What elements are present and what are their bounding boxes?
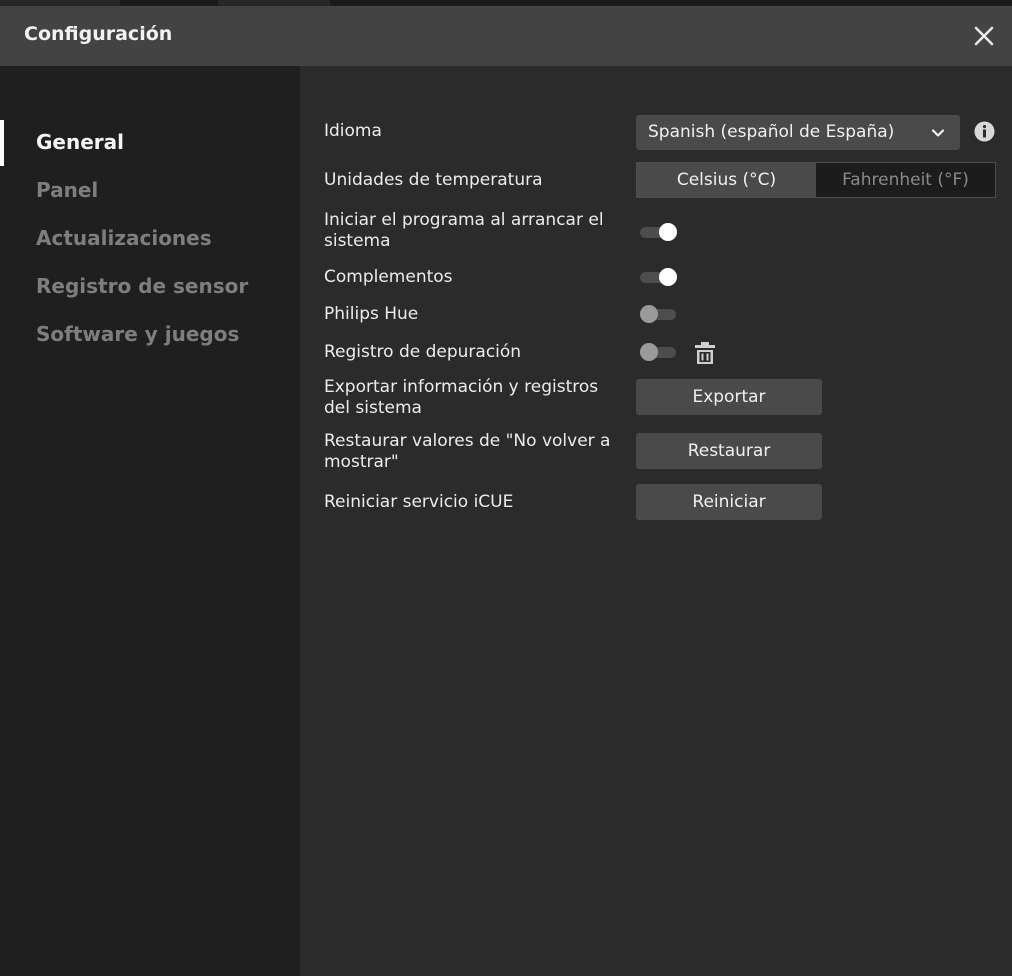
restart-service-label: Reiniciar servicio iCUE bbox=[324, 492, 514, 512]
toggle-knob bbox=[659, 223, 677, 241]
title-bar: Configuración bbox=[0, 6, 1012, 66]
restore-button[interactable]: Restaurar bbox=[636, 433, 822, 469]
startup-toggle[interactable] bbox=[640, 222, 677, 242]
chevron-down-icon bbox=[931, 129, 945, 137]
sidebar-item-panel[interactable]: Panel bbox=[36, 178, 98, 202]
celsius-option[interactable]: Celsius (°C) bbox=[637, 163, 816, 197]
plugins-toggle[interactable] bbox=[640, 267, 677, 287]
toggle-knob bbox=[640, 305, 658, 323]
startup-label: Iniciar el programa al arrancar el siste… bbox=[324, 210, 604, 251]
sidebar-item-general[interactable]: General bbox=[36, 130, 124, 154]
export-label: Exportar información y registros del sis… bbox=[324, 377, 599, 418]
export-button[interactable]: Exportar bbox=[636, 379, 822, 415]
philips-hue-toggle[interactable] bbox=[640, 304, 677, 324]
temperature-units-switch: Celsius (°C) Fahrenheit (°F) bbox=[636, 162, 996, 198]
restart-button[interactable]: Reiniciar bbox=[636, 484, 822, 520]
close-icon[interactable] bbox=[970, 22, 998, 50]
trash-icon[interactable] bbox=[694, 341, 716, 365]
sidebar-item-updates[interactable]: Actualizaciones bbox=[36, 226, 212, 250]
language-label: Idioma bbox=[324, 121, 382, 141]
toggle-knob bbox=[659, 268, 677, 286]
fahrenheit-option[interactable]: Fahrenheit (°F) bbox=[816, 163, 995, 197]
language-dropdown-value: Spanish (español de España) bbox=[648, 122, 895, 142]
philips-hue-label: Philips Hue bbox=[324, 304, 419, 324]
sidebar-item-sensor-log[interactable]: Registro de sensor bbox=[36, 274, 248, 298]
window-title: Configuración bbox=[24, 23, 173, 45]
info-icon[interactable] bbox=[974, 121, 995, 142]
debug-log-label: Registro de depuración bbox=[324, 342, 522, 362]
debug-log-toggle[interactable] bbox=[640, 342, 677, 362]
sidebar-item-software-games[interactable]: Software y juegos bbox=[36, 322, 239, 346]
restore-label: Restaurar valores de "No volver a mostra… bbox=[324, 431, 611, 472]
active-indicator bbox=[0, 120, 4, 166]
plugins-label: Complementos bbox=[324, 267, 453, 287]
language-dropdown[interactable]: Spanish (español de España) bbox=[636, 115, 960, 150]
toggle-knob bbox=[640, 343, 658, 361]
temperature-units-label: Unidades de temperatura bbox=[324, 170, 543, 190]
sidebar: General Panel Actualizaciones Registro d… bbox=[0, 66, 300, 976]
settings-panel: Idioma Spanish (español de España) Unida… bbox=[300, 66, 1012, 976]
